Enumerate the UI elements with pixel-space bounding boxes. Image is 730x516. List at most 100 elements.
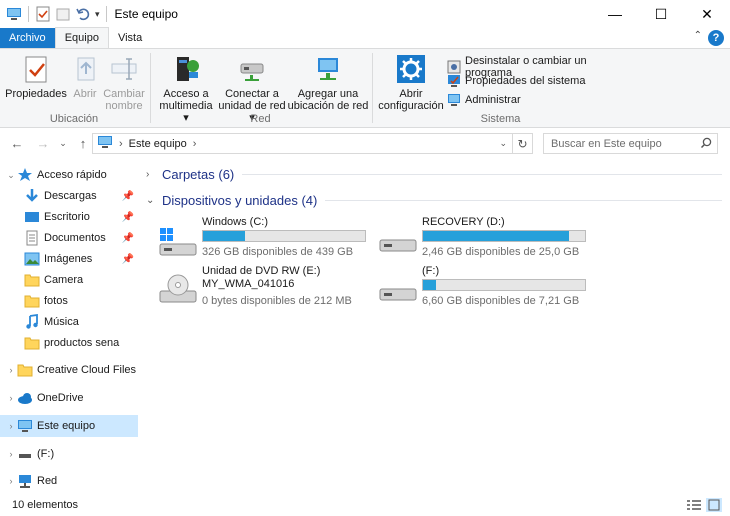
sidebar-item-label: Documentos [44,232,106,244]
collapse-chevron-icon[interactable]: ⌄ [5,170,17,181]
sidebar-item-label: fotos [44,295,68,307]
refresh-icon[interactable]: ↻ [513,133,533,154]
tab-equipo[interactable]: Equipo [54,27,109,48]
up-arrow-icon[interactable]: ↑ [74,136,92,151]
folder-icon [24,293,40,309]
large-icons-view-icon[interactable] [706,498,722,512]
cambiar-nombre-button[interactable]: Cambiar nombre [103,53,145,112]
quick-access-toolbar: ▾ [0,6,100,22]
sidebar-item-descargas[interactable]: Descargas 📌 [0,185,138,207]
new-folder-icon[interactable] [55,6,71,22]
expand-chevron-icon[interactable]: › [146,169,156,180]
properties-icon[interactable] [35,6,51,22]
settings-gear-icon [395,53,427,85]
dvd-drive-icon [158,273,198,307]
drive-free-space: 6,60 GB disponibles de 7,21 GB [422,295,580,307]
propiedades-button[interactable]: Propiedades [5,53,67,100]
customize-toolbar-icon[interactable]: ▾ [95,9,100,20]
undo-icon[interactable] [75,6,91,22]
help-icon[interactable]: ? [708,30,724,46]
propiedades-sistema-label: Propiedades del sistema [465,75,586,87]
sidebar-item-label: Imágenes [44,253,93,265]
sidebar-item-fotos[interactable]: fotos [0,290,138,312]
network-location-icon [312,53,344,85]
tab-archivo[interactable]: Archivo [0,28,55,48]
breadcrumb-este-equipo[interactable]: Este equipo [129,138,187,150]
pin-icon[interactable]: 📌 [122,254,134,265]
toolbar-divider [28,6,29,22]
drive-c[interactable]: Windows (C:) 326 GB disponibles de 439 G… [158,216,373,264]
sidebar-item-productos-sena[interactable]: productos sena [0,332,138,354]
pin-icon[interactable]: 📌 [122,233,134,244]
download-icon [24,188,40,204]
section-dispositivos[interactable]: ⌄ Dispositivos y unidades (4) [146,193,722,208]
drive-f[interactable]: (F:) 6,60 GB disponibles de 7,21 GB [378,265,593,313]
sidebar-item-imagenes[interactable]: Imágenes 📌 [0,248,138,270]
minimize-button[interactable]: — [592,0,638,28]
expand-chevron-icon[interactable]: › [5,365,17,375]
group-label-ubicacion: Ubicación [49,113,99,125]
administrar-button[interactable]: Administrar [447,93,521,107]
tab-vista[interactable]: Vista [109,28,151,48]
window-title: Este equipo [114,7,178,21]
storage-bar-fill [423,231,569,241]
storage-bar [422,230,586,242]
sidebar-item-musica[interactable]: Música [0,311,138,333]
sidebar-item-drive-f[interactable]: › (F:) [0,443,138,465]
abrir-button[interactable]: Abrir [70,53,100,100]
expand-chevron-icon[interactable]: › [5,449,17,459]
rename-icon [108,53,140,85]
pin-icon[interactable]: 📌 [122,212,134,223]
sidebar-item-label: Acceso rápido [37,169,107,181]
forward-arrow-icon[interactable]: → [34,136,52,151]
search-input[interactable]: Buscar en Este equipo [543,133,718,154]
close-button[interactable]: ✕ [684,0,730,28]
config-label-1: Abrir [399,88,423,100]
drive-free-space: 2,46 GB disponibles de 25,0 GB [422,246,580,258]
computer-icon[interactable] [6,6,22,22]
sidebar-item-label: Creative Cloud Files [37,364,137,376]
sidebar-item-acceso-rapido[interactable]: ⌄ Acceso rápido [0,164,138,186]
sidebar-item-red[interactable]: › Red [0,470,138,492]
back-arrow-icon[interactable]: ← [8,136,26,151]
sidebar-item-creative-cloud[interactable]: › Creative Cloud Files [0,359,138,381]
expand-chevron-icon[interactable]: › [5,393,17,403]
media-server-icon [170,53,202,85]
address-bar[interactable]: › Este equipo › ⌄ [92,133,513,154]
sidebar-item-documentos[interactable]: Documentos 📌 [0,227,138,249]
expand-chevron-icon[interactable]: › [5,476,17,486]
breadcrumb-separator-icon[interactable]: › [193,138,197,150]
sidebar-item-escritorio[interactable]: Escritorio 📌 [0,206,138,228]
drive-e[interactable]: Unidad de DVD RW (E:) MY_WMA_041016 0 by… [158,265,373,313]
abrir-configuracion-button[interactable]: Abrir configuración [377,53,445,112]
abrir-label: Abrir [73,88,97,100]
group-label-red: Red [250,113,271,125]
properties-icon [20,53,52,85]
search-icon [700,137,712,152]
collapse-ribbon-icon[interactable]: ⌃ [694,30,702,41]
storage-bar [422,279,586,291]
sidebar-item-label: Red [37,475,58,487]
pictures-icon [24,251,40,267]
address-dropdown-icon[interactable]: ⌄ [499,138,507,149]
drive-d[interactable]: RECOVERY (D:) 2,46 GB disponibles de 25,… [378,216,593,264]
content-pane: › Carpetas (6) ⌄ Dispositivos y unidades… [140,160,730,494]
agregar-ubicacion-button[interactable]: Agregar una ubicación de red [287,53,369,112]
cambiar-label-1: Cambiar [103,88,145,100]
pin-icon[interactable]: 📌 [122,191,134,202]
details-view-icon[interactable] [686,498,702,512]
drive-name: RECOVERY (D:) [422,216,505,228]
recent-locations-chevron-icon[interactable]: ⌄ [54,138,72,149]
hard-drive-icon [378,224,418,258]
sidebar-item-este-equipo[interactable]: › Este equipo [0,415,138,437]
propiedades-sistema-button[interactable]: Propiedades del sistema [447,74,585,88]
network-drive-icon [236,53,268,85]
conectar-label-1: Conectar a [225,88,279,100]
maximize-button[interactable]: ☐ [638,0,684,28]
sidebar-item-camera[interactable]: Camera [0,269,138,291]
expand-chevron-icon[interactable]: › [5,421,17,431]
collapse-chevron-icon[interactable]: ⌄ [146,195,156,206]
folder-icon [24,272,40,288]
sidebar-item-onedrive[interactable]: › OneDrive [0,387,138,409]
section-carpetas[interactable]: › Carpetas (6) [146,167,722,182]
